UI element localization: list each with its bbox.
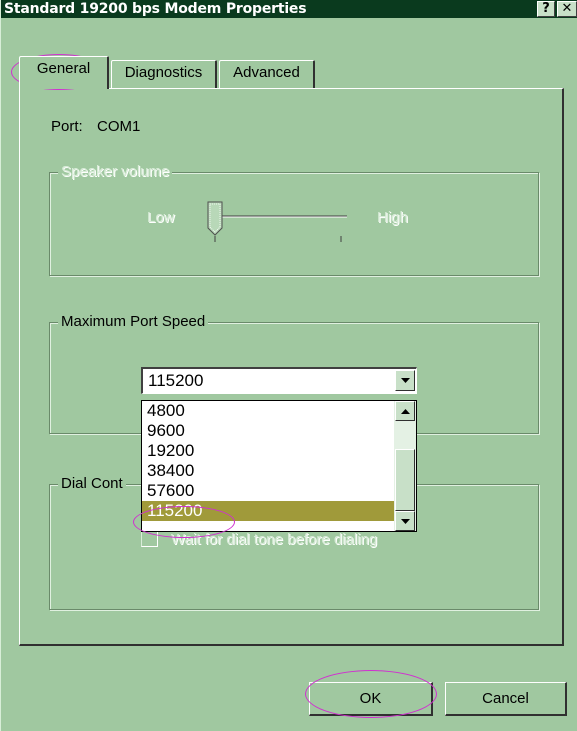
scroll-up-button[interactable] [395,401,415,421]
scroll-thumb[interactable] [395,449,415,511]
speaker-volume-slider[interactable] [201,200,361,246]
scroll-down-icon [401,519,410,524]
dropdown-scrollbar[interactable] [394,401,416,531]
tab-general[interactable]: General [19,56,109,89]
dropdown-arrow-icon [401,378,410,383]
tab-advanced-label: Advanced [233,64,300,81]
tab-general-label: General [36,60,91,77]
help-icon: ? [542,1,550,16]
speaker-high-label: High [377,209,408,226]
speaker-volume-title: Speaker volume [58,163,173,180]
wait-dial-tone-checkbox[interactable] [141,530,158,547]
list-item[interactable]: 19200 [142,441,394,461]
list-item[interactable]: 9600 [142,421,394,441]
wait-dial-tone-label: Wait for dial tone before dialing [171,531,378,548]
list-item-selected[interactable]: 115200 [142,501,394,521]
ok-button-label: OK [359,690,382,707]
scroll-up-icon [401,409,410,414]
port-speed-dropdown-list[interactable]: 4800 9600 19200 38400 57600 115200 [141,400,417,532]
title-bar[interactable]: Standard 19200 bps Modem Properties ? ✕ [1,0,577,18]
port-value: COM1 [97,118,141,135]
close-icon: ✕ [561,1,573,16]
speaker-low-label: Low [147,209,175,226]
list-item[interactable]: 4800 [142,401,394,421]
list-item[interactable]: 38400 [142,461,394,481]
list-item[interactable]: 57600 [142,481,394,501]
help-button[interactable]: ? [537,1,555,17]
dropdown-button[interactable] [395,370,415,391]
ok-button[interactable]: OK [309,682,433,716]
scroll-down-button[interactable] [395,511,415,531]
max-port-speed-title: Maximum Port Speed [58,313,209,330]
window-title: Standard 19200 bps Modem Properties [4,1,307,17]
slider-thumb-icon [207,201,223,236]
tab-diagnostics-label: Diagnostics [124,64,203,81]
modem-properties-dialog: Standard 19200 bps Modem Properties ? ✕ … [0,0,577,731]
max-port-speed-combobox[interactable]: 115200 [141,367,417,394]
cancel-button[interactable]: Cancel [445,682,567,716]
max-port-speed-value: 115200 [148,371,204,390]
tab-diagnostics[interactable]: Diagnostics [111,60,217,88]
cancel-button-label: Cancel [482,690,529,707]
tab-advanced[interactable]: Advanced [219,60,315,88]
close-button[interactable]: ✕ [557,1,577,17]
port-label: Port: [51,118,83,135]
dial-control-title: Dial Cont [58,475,126,492]
